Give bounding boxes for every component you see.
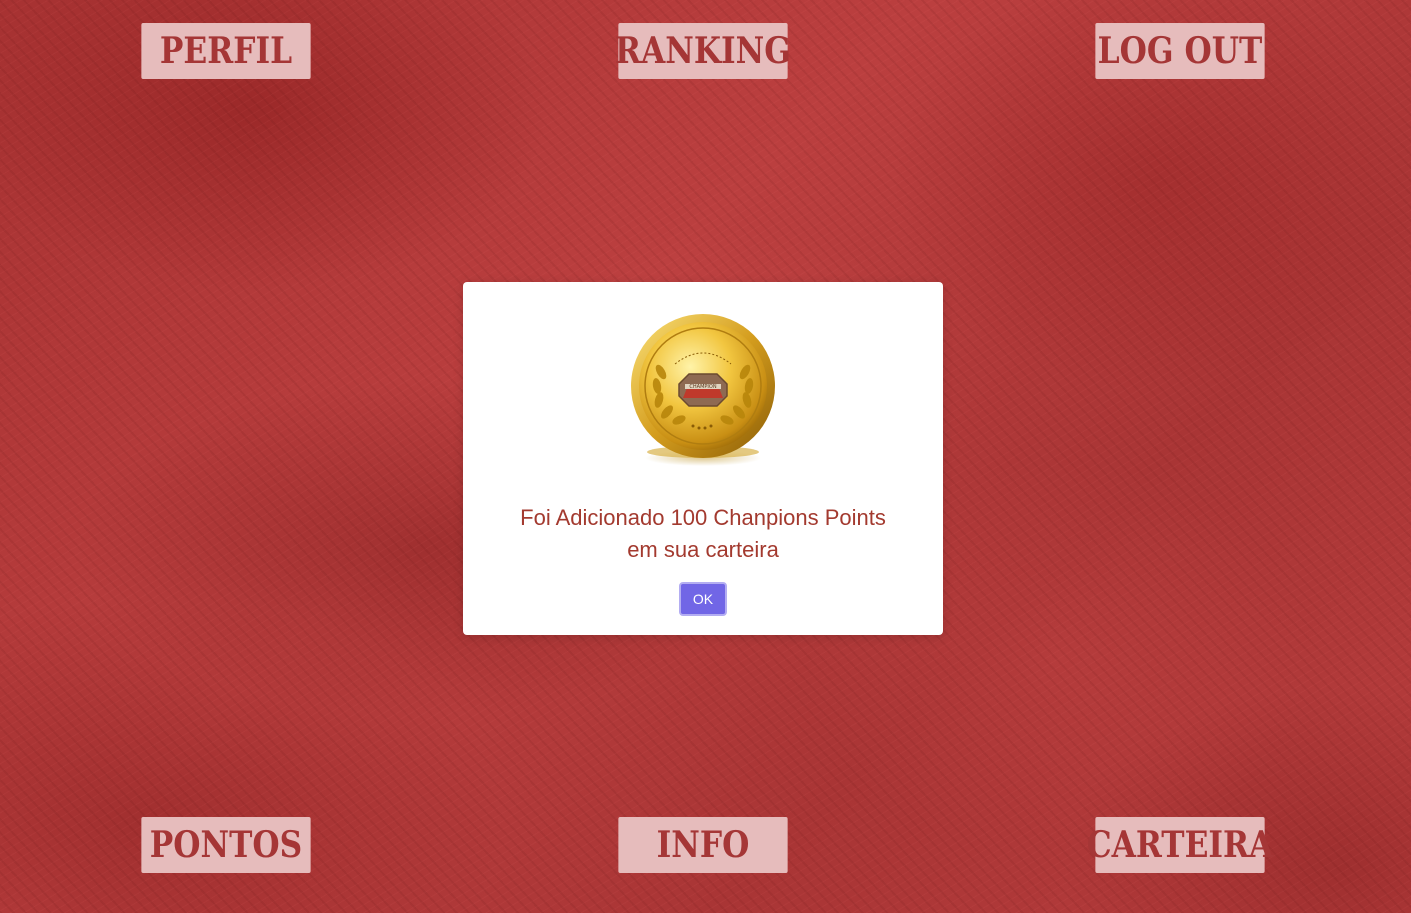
points-message: Foi Adicionado 100 Chanpions Points em s… xyxy=(463,502,943,566)
gold-coin-icon: CHAMPION xyxy=(629,312,777,468)
ranking-button[interactable]: RANKING xyxy=(615,23,791,79)
pontos-button[interactable]: PONTOS xyxy=(141,817,311,873)
points-message-line1: Foi Adicionado 100 Chanpions Points xyxy=(520,505,886,530)
points-added-dialog: CHAMPION Foi Adicionado 100 Chanpions Po… xyxy=(463,282,943,635)
ranking-button-label: RANKING xyxy=(615,29,792,73)
info-button-label: INFO xyxy=(656,823,750,867)
svg-text:CHAMPION: CHAMPION xyxy=(689,384,716,390)
points-message-line2: em sua carteira xyxy=(627,537,779,562)
perfil-button-label: PERFIL xyxy=(159,29,293,73)
ok-button[interactable]: OK xyxy=(679,582,727,616)
logout-button[interactable]: LOG OUT xyxy=(1095,23,1265,79)
logout-button-label: LOG OUT xyxy=(1097,29,1263,73)
carteira-button-label: CARTEIRA xyxy=(1086,823,1274,867)
carteira-button[interactable]: CARTEIRA xyxy=(1087,817,1273,873)
perfil-button[interactable]: PERFIL xyxy=(141,23,311,79)
pontos-button-label: PONTOS xyxy=(149,823,303,867)
info-button[interactable]: INFO xyxy=(618,817,788,873)
